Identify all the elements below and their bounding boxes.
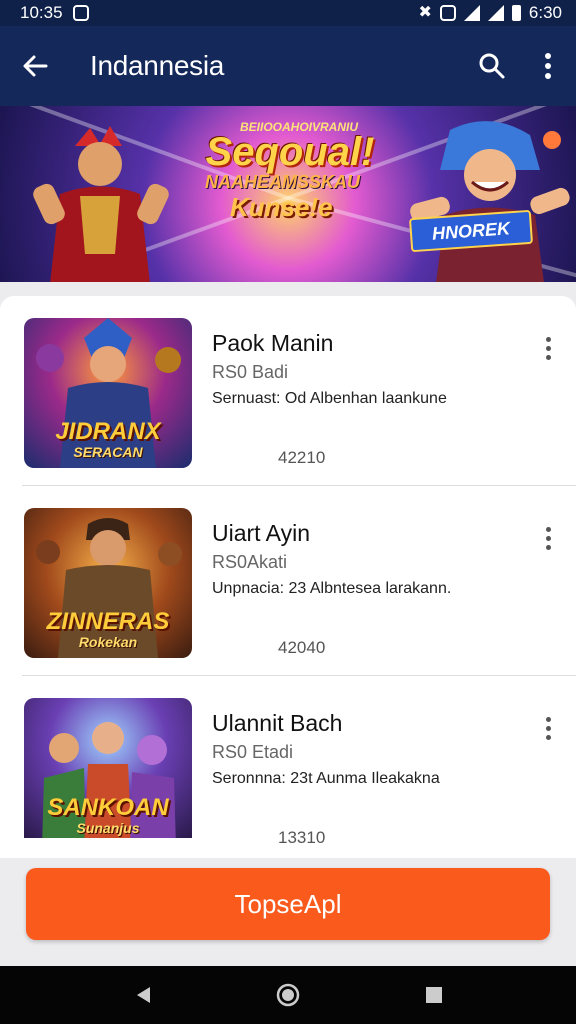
page-title: Indannesia bbox=[90, 50, 225, 81]
game-thumbnail: JIDRANX SERACAN bbox=[24, 318, 192, 468]
mute-icon: ✖ bbox=[418, 4, 432, 21]
more-vert-icon bbox=[545, 544, 551, 550]
arrow-back-icon bbox=[23, 55, 48, 77]
game-count: 42210 bbox=[278, 448, 326, 467]
thumb-title: ZINNERAS bbox=[46, 608, 170, 635]
more-vert-icon bbox=[545, 336, 551, 342]
nav-back-icon bbox=[137, 987, 150, 1003]
more-vert-icon bbox=[545, 345, 551, 351]
more-vert-icon bbox=[545, 53, 551, 79]
notification-icon bbox=[72, 5, 89, 21]
app-bar: Indannesia bbox=[0, 26, 576, 106]
system-navigation-bar bbox=[0, 966, 576, 1024]
game-title: Uiart Ayin bbox=[212, 520, 311, 546]
game-list: JIDRANX SERACAN Paok Manin RS0 Badi Sern… bbox=[0, 296, 576, 858]
status-bar: 10:35 ✖ 6:30 bbox=[0, 0, 576, 26]
more-vert-icon bbox=[545, 734, 551, 740]
status-battery-time: 6:30 bbox=[528, 3, 562, 22]
cell-signal-icon bbox=[487, 5, 504, 21]
more-vert-icon bbox=[545, 526, 551, 532]
overflow-menu-button[interactable] bbox=[520, 26, 576, 106]
list-item[interactable]: SANKOAN Sunanjus Ulannit Bach RS0 Etadi … bbox=[0, 676, 576, 858]
game-count: 13310 bbox=[278, 828, 326, 847]
more-vert-icon bbox=[545, 354, 551, 360]
thumb-title: SANKOAN bbox=[47, 794, 169, 821]
wifi-signal-icon bbox=[463, 5, 480, 21]
game-title: Ulannit Bach bbox=[212, 710, 343, 736]
top-app-button[interactable]: TopseApl bbox=[26, 868, 550, 940]
game-publisher: RS0 Etadi bbox=[212, 742, 294, 762]
game-publisher: RS0 Badi bbox=[212, 362, 289, 382]
game-description: Seronnna: 23t Aunma Ileakakna bbox=[212, 770, 440, 787]
more-vert-icon bbox=[545, 725, 551, 731]
item-more-button[interactable] bbox=[530, 710, 566, 746]
nav-back-button[interactable] bbox=[114, 966, 174, 1024]
list-item[interactable]: ZINNERAS Rokekan Uiart Ayin RS0Akati Unp… bbox=[0, 486, 576, 676]
nav-home-button[interactable] bbox=[258, 966, 318, 1024]
thumb-subtitle: SERACAN bbox=[73, 444, 143, 460]
game-thumbnail: SANKOAN Sunanjus bbox=[24, 698, 192, 838]
more-vert-icon bbox=[545, 535, 551, 541]
banner-subtitle-2: Kunse!e bbox=[230, 192, 333, 222]
game-description: Unpnacia: 23 Albntesea larakann. bbox=[212, 580, 452, 597]
game-thumbnail: ZINNERAS Rokekan bbox=[24, 508, 192, 658]
banner-hero-right-illustration bbox=[410, 121, 570, 282]
item-more-button[interactable] bbox=[530, 330, 566, 366]
game-description: Sernuast: Od Albenhan laankune bbox=[212, 390, 447, 407]
thumb-title: JIDRANX bbox=[55, 418, 161, 445]
banner-subtitle: NAAHEAMSSKAU bbox=[205, 172, 361, 192]
nav-recents-button[interactable] bbox=[404, 966, 464, 1024]
game-publisher: RS0Akati bbox=[212, 552, 288, 572]
search-icon bbox=[479, 53, 505, 79]
status-time: 10:35 bbox=[20, 3, 63, 22]
battery-icon bbox=[511, 5, 521, 21]
search-button[interactable] bbox=[464, 26, 520, 106]
nav-recents-icon bbox=[426, 987, 442, 1003]
list-item[interactable]: JIDRANX SERACAN Paok Manin RS0 Badi Sern… bbox=[0, 296, 576, 486]
back-button[interactable] bbox=[0, 26, 70, 106]
vibrate-icon bbox=[439, 5, 456, 21]
game-count: 42040 bbox=[278, 638, 326, 657]
promo-banner[interactable]: BEIIOOAHOIVRANIU Seqoual! NAAHEAMSSKAU K… bbox=[0, 106, 576, 282]
nav-home-icon bbox=[276, 983, 300, 1007]
more-vert-icon bbox=[545, 716, 551, 722]
banner-hero-left-illustration bbox=[33, 126, 169, 282]
banner-title: Seqoual! bbox=[205, 130, 375, 174]
thumb-subtitle: Sunanjus bbox=[76, 820, 140, 836]
item-more-button[interactable] bbox=[530, 520, 566, 556]
game-title: Paok Manin bbox=[212, 330, 334, 356]
thumb-subtitle: Rokekan bbox=[78, 634, 138, 650]
